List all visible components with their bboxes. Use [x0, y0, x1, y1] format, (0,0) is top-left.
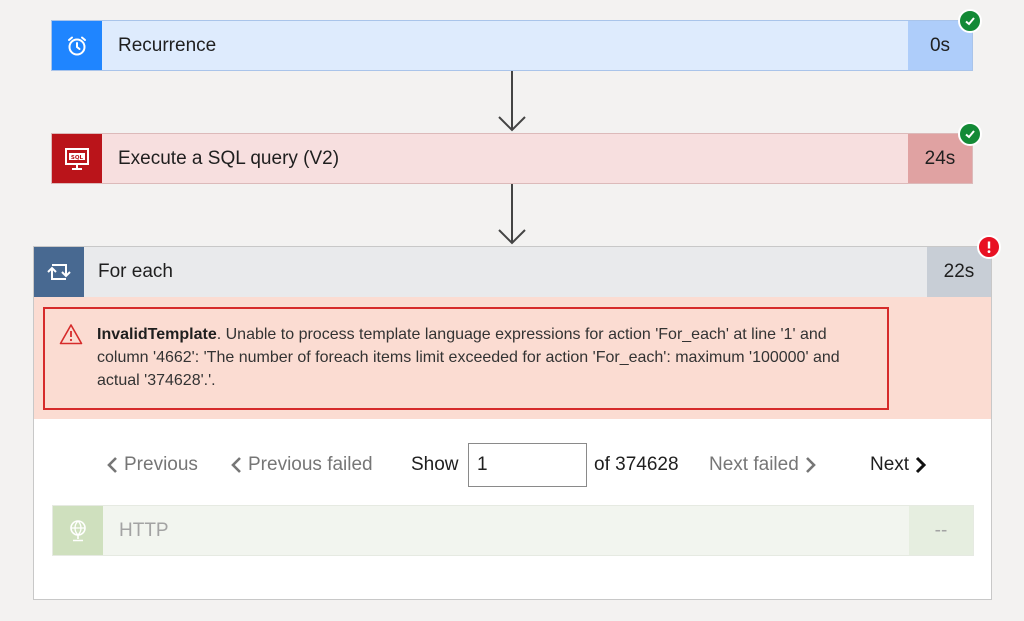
chevron-left-icon: [107, 457, 117, 473]
alarm-clock-icon: [52, 21, 102, 70]
recurrence-card[interactable]: Recurrence 0s: [51, 20, 973, 71]
flow-arrow-icon: [498, 184, 526, 245]
globe-icon: [53, 506, 103, 555]
foreach-header[interactable]: For each 22s: [34, 247, 991, 297]
previous-label: Previous: [124, 454, 198, 475]
previous-button[interactable]: Previous: [106, 443, 198, 487]
error-panel: InvalidTemplate. Unable to process templ…: [34, 297, 991, 419]
success-check-icon: [958, 122, 982, 146]
chevron-left-icon: [231, 457, 241, 473]
previous-failed-label: Previous failed: [248, 454, 373, 475]
foreach-scope: For each 22s InvalidTemplate. Unable to …: [33, 246, 992, 600]
http-title: HTTP: [119, 519, 169, 541]
iteration-number-input[interactable]: [468, 443, 587, 487]
flow-arrow-icon: [498, 71, 526, 132]
show-label: Show: [411, 454, 459, 475]
warning-icon: [59, 323, 83, 352]
chevron-right-icon: [916, 456, 927, 474]
http-duration: --: [909, 506, 973, 555]
svg-text:SQL: SQL: [71, 154, 84, 160]
foreach-title: For each: [98, 261, 173, 282]
sql-query-title: Execute a SQL query (V2): [118, 147, 340, 169]
http-action-card[interactable]: HTTP --: [52, 505, 974, 556]
chevron-right-icon: [805, 457, 816, 473]
sql-server-icon: SQL: [52, 134, 102, 183]
next-button[interactable]: Next: [870, 443, 927, 487]
sql-query-card[interactable]: SQL Execute a SQL query (V2) 24s: [51, 133, 973, 184]
total-iterations-label: of 374628: [594, 454, 679, 475]
next-label: Next: [870, 454, 910, 475]
next-failed-label: Next failed: [709, 454, 799, 475]
success-check-icon: [958, 9, 982, 33]
next-failed-button[interactable]: Next failed: [709, 443, 817, 487]
recurrence-title: Recurrence: [118, 34, 217, 56]
loop-icon: [34, 247, 84, 297]
error-message-box: InvalidTemplate. Unable to process templ…: [43, 307, 889, 410]
error-badge-icon: [977, 235, 1001, 259]
previous-failed-button[interactable]: Previous failed: [230, 443, 373, 487]
iteration-pager: Previous Previous failed Show of 374628 …: [34, 443, 991, 487]
error-code: InvalidTemplate: [97, 326, 217, 343]
